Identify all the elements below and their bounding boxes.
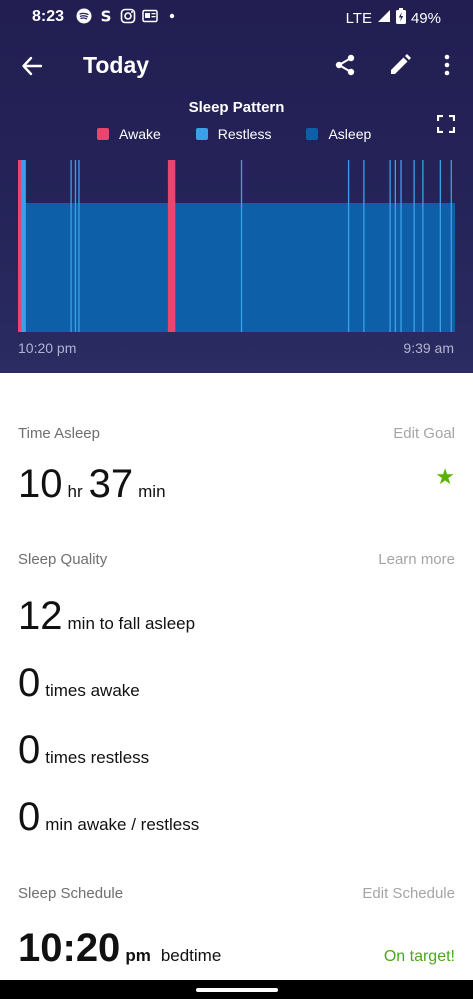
- status-time: 8:23: [32, 8, 65, 25]
- time-asleep-label: Time Asleep: [18, 425, 100, 442]
- stat-text: min to fall asleep: [67, 614, 196, 633]
- restless-segment-2: [74, 160, 77, 332]
- sleep-schedule-label: Sleep Schedule: [18, 885, 124, 902]
- status-bar: 8:23 S LTE 49%: [0, 0, 473, 36]
- home-gesture-pill[interactable]: [196, 988, 278, 992]
- status-right: LTE 49%: [346, 8, 441, 28]
- battery-charging-icon: [395, 8, 406, 28]
- bedtime-ampm: pm: [125, 946, 151, 965]
- stat-fall-asleep: 12 min to fall asleep: [18, 594, 195, 639]
- legend-swatch-asleep: [306, 128, 319, 140]
- share-button[interactable]: [330, 50, 360, 80]
- goal-met-star-icon: ★: [435, 464, 455, 489]
- back-button[interactable]: [16, 50, 48, 82]
- restless-segment-11: [422, 160, 424, 332]
- legend-awake: Awake: [97, 126, 161, 142]
- restless-segment-1: [70, 160, 72, 332]
- legend-label-awake: Awake: [119, 126, 161, 142]
- stat-times-restless: 0 times restless: [18, 728, 149, 773]
- legend-restless: Restless: [195, 126, 272, 142]
- edit-button[interactable]: [385, 50, 415, 80]
- legend-label-restless: Restless: [217, 126, 272, 142]
- restless-segment-4: [240, 160, 243, 332]
- minutes-unit: min: [138, 482, 166, 501]
- on-target-status: On target!: [383, 948, 455, 965]
- news-icon: [142, 8, 158, 24]
- back-arrow-icon: [22, 56, 43, 76]
- stat-text: times restless: [45, 748, 150, 767]
- fullscreen-icon: [437, 115, 455, 133]
- restless-segment-6: [363, 160, 365, 332]
- instagram-icon: [120, 8, 136, 24]
- s-app-icon: S: [98, 8, 114, 24]
- sleep-quality-label: Sleep Quality: [18, 551, 108, 568]
- time-asleep-value: 10 hr 37 min: [18, 462, 166, 507]
- sleep-header-panel: 8:23 S LTE 49% Today Sleep Pattern Awake…: [0, 0, 473, 373]
- stat-min-awake-restless: 0 min awake / restless: [18, 795, 199, 840]
- hours-value: 10: [18, 462, 63, 506]
- x-axis-end-label: 9:39 am: [403, 340, 454, 356]
- page-title: Today: [83, 52, 150, 78]
- network-label: LTE: [345, 9, 372, 27]
- learn-more-link[interactable]: Learn more: [378, 551, 455, 568]
- restless-segment-13: [450, 160, 452, 332]
- legend-swatch-restless: [195, 128, 208, 140]
- restless-segment-7: [389, 160, 391, 332]
- stat-times-awake: 0 times awake: [18, 661, 140, 706]
- edit-schedule-link[interactable]: Edit Schedule: [362, 885, 455, 902]
- more-vert-icon: [444, 54, 450, 76]
- legend-label-asleep: Asleep: [328, 126, 372, 142]
- restless-segment-3: [78, 160, 80, 332]
- chart-legend: Awake Restless Asleep: [97, 126, 371, 142]
- bedtime-row: 10:20 pm bedtime: [18, 926, 221, 971]
- battery-level: 49%: [410, 9, 441, 27]
- awake-segment-1: [167, 160, 176, 332]
- fullscreen-button[interactable]: [434, 112, 458, 136]
- more-options-button[interactable]: [434, 50, 460, 80]
- edit-goal-link[interactable]: Edit Goal: [393, 425, 455, 442]
- stat-text: times awake: [45, 681, 140, 700]
- notification-icons: S: [76, 8, 180, 24]
- bedtime-value: 10:20: [18, 926, 121, 970]
- stat-value: 0: [18, 795, 41, 839]
- stat-value: 0: [18, 661, 41, 705]
- x-axis-start-label: 10:20 pm: [18, 340, 77, 356]
- system-nav-bar: [0, 980, 473, 999]
- app-bar: Today: [0, 40, 473, 92]
- chart-title: Sleep Pattern: [188, 99, 285, 116]
- awake-segment-0: [18, 160, 22, 332]
- pencil-icon: [391, 54, 411, 74]
- restless-segment-0: [21, 160, 26, 332]
- restless-segment-10: [413, 160, 415, 332]
- signal-icon: [377, 9, 391, 27]
- hours-unit: hr: [67, 482, 83, 501]
- more-notifications-dot-icon: [164, 8, 180, 24]
- share-icon: [335, 54, 355, 76]
- minutes-value: 37: [88, 462, 134, 506]
- restless-segment-9: [400, 160, 402, 332]
- legend-asleep: Asleep: [306, 126, 371, 142]
- bedtime-text: bedtime: [160, 946, 222, 965]
- legend-swatch-awake: [97, 128, 109, 140]
- stat-value: 12: [18, 594, 63, 638]
- sleep-pattern-chart[interactable]: [18, 160, 455, 332]
- stat-value: 0: [18, 728, 41, 772]
- spotify-icon: [76, 8, 92, 24]
- stat-text: min awake / restless: [45, 815, 200, 834]
- svg-text:S: S: [101, 8, 112, 24]
- restless-segment-12: [439, 160, 442, 332]
- restless-segment-5: [347, 160, 350, 332]
- restless-segment-8: [394, 160, 396, 332]
